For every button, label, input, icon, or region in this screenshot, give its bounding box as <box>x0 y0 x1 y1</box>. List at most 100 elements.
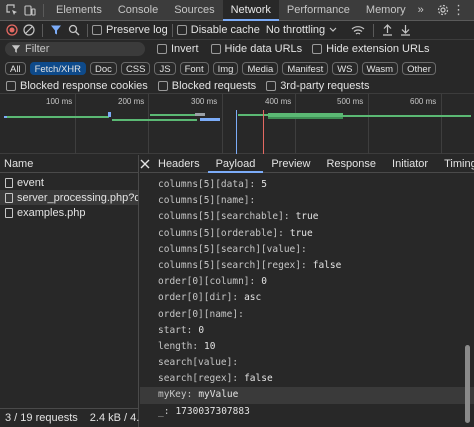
chip-all[interactable]: All <box>5 61 26 75</box>
document-icon <box>5 207 13 218</box>
chip-css[interactable]: CSS <box>120 61 151 75</box>
payload-row: _: 1730037307883 <box>140 404 474 420</box>
divider <box>373 23 375 37</box>
tab-initiator[interactable]: Initiator <box>384 155 436 173</box>
payload-row: columns[5][name]: <box>140 193 474 209</box>
tab-response[interactable]: Response <box>318 155 384 173</box>
network-conditions-wifi-icon[interactable] <box>347 25 369 36</box>
chip-doc[interactable]: Doc <box>90 61 117 75</box>
payload-row: search[regex]: false <box>140 371 474 387</box>
clear-icon[interactable] <box>20 24 38 36</box>
payload-row: columns[5][searchable]: true <box>140 209 474 225</box>
resource-type-filters: All Fetch/XHR Doc CSS JS Font Img Media … <box>0 59 474 77</box>
chip-fetch-xhr[interactable]: Fetch/XHR <box>29 61 87 75</box>
payload-value: 0 <box>198 324 205 336</box>
tab-elements[interactable]: Elements <box>48 0 110 21</box>
request-row[interactable]: event <box>0 175 138 190</box>
blocked-requests-checkbox[interactable] <box>157 80 168 91</box>
more-tabs-chevron-icon[interactable]: » <box>414 4 428 16</box>
invert-checkbox[interactable] <box>157 44 167 54</box>
payload-key: columns[5][name]: <box>158 195 256 207</box>
tab-console[interactable]: Console <box>110 0 166 21</box>
chip-media[interactable]: Media <box>242 61 279 75</box>
export-har-download-icon[interactable] <box>396 24 414 36</box>
payload-value: true <box>289 227 313 239</box>
invert-label: Invert <box>171 43 199 55</box>
name-column-header[interactable]: Name <box>0 155 138 173</box>
timeline-gridline <box>148 94 149 154</box>
timeline-label-100ms: 100 ms <box>46 97 73 106</box>
filter-input[interactable] <box>25 43 135 55</box>
tab-network[interactable]: Network <box>222 0 279 21</box>
chip-other[interactable]: Other <box>402 61 436 75</box>
record-stop-icon[interactable] <box>4 24 20 36</box>
devtools-tab-bar: Elements Console Sources Network Perform… <box>0 0 474 21</box>
payload-value: asc <box>244 292 262 304</box>
payload-scrollbar[interactable] <box>465 345 470 423</box>
third-party-requests-checkbox[interactable] <box>266 80 277 91</box>
hide-data-urls-checkbox[interactable] <box>210 44 221 54</box>
divider <box>171 23 173 37</box>
payload-key: _: <box>158 405 170 417</box>
chip-ws[interactable]: WS <box>332 61 358 75</box>
payload-row: order[0][name]: <box>140 307 474 323</box>
timeline-label-600ms: 600 ms <box>410 97 437 106</box>
payload-row: search[value]: <box>140 355 474 371</box>
tab-payload[interactable]: Payload <box>207 155 264 173</box>
chip-font[interactable]: Font <box>179 61 209 75</box>
status-bar: 3 / 19 requests 2.4 kB / 4.7 k <box>0 408 139 427</box>
chip-img[interactable]: Img <box>212 61 239 75</box>
disable-cache-checkbox[interactable] <box>176 25 187 35</box>
settings-gear-icon[interactable] <box>434 4 452 16</box>
filter-funnel-icon[interactable] <box>47 24 65 36</box>
tab-preview[interactable]: Preview <box>263 155 318 173</box>
payload-row: order[0][column]: 0 <box>140 274 474 290</box>
payload-value: false <box>244 373 273 385</box>
divider <box>42 23 43 37</box>
payload-key: order[0][column]: <box>158 276 256 288</box>
throttling-select[interactable]: No throttling <box>266 24 337 36</box>
close-icon[interactable] <box>140 159 150 169</box>
network-overview-timeline[interactable]: 100 ms 200 ms 300 ms 400 ms 500 ms 600 m… <box>0 94 474 154</box>
request-name: server_processing.php?dr… <box>17 191 138 204</box>
tab-performance[interactable]: Performance <box>279 0 358 21</box>
preserve-log-checkbox[interactable] <box>92 25 102 35</box>
chip-manifest[interactable]: Manifest <box>282 61 329 75</box>
blocked-response-cookies-checkbox[interactable] <box>6 80 16 91</box>
filter-row: Invert Hide data URLs Hide extension URL… <box>0 40 474 58</box>
blocked-requests-label: Blocked requests <box>171 79 257 92</box>
payload-row-highlighted: myKey: myValue <box>140 387 474 404</box>
inspect-element-icon[interactable] <box>3 4 21 16</box>
tab-memory[interactable]: Memory <box>358 0 414 21</box>
timeline-request-bar <box>4 116 7 118</box>
chip-js[interactable]: JS <box>154 61 176 75</box>
payload-form-data: columns[5][data]: 5 columns[5][name]: col… <box>140 177 474 420</box>
chip-wasm[interactable]: Wasm <box>361 61 399 75</box>
timeline-request-bar <box>268 117 343 119</box>
payload-value: 5 <box>261 179 267 190</box>
timeline-gridline <box>75 94 76 154</box>
import-har-upload-icon[interactable] <box>378 24 396 36</box>
request-row[interactable]: examples.php <box>0 205 138 220</box>
tab-headers[interactable]: Headers <box>150 155 208 173</box>
timeline-label-400ms: 400 ms <box>265 97 292 106</box>
hide-extension-urls-checkbox[interactable] <box>312 44 323 54</box>
request-row[interactable]: server_processing.php?dr… <box>0 190 138 205</box>
payload-row: columns[5][search][regex]: false <box>140 258 474 274</box>
more-options-icon[interactable]: ⋮ <box>452 2 466 18</box>
payload-key: columns[5][search][regex]: <box>158 259 307 271</box>
filter-box[interactable] <box>5 42 145 56</box>
device-toolbar-icon[interactable] <box>21 4 39 16</box>
timeline-label-200ms: 200 ms <box>118 97 145 106</box>
payload-value: true <box>295 211 319 223</box>
tab-timing[interactable]: Timing <box>436 155 474 173</box>
hide-data-urls-label: Hide data URLs <box>224 43 303 55</box>
timeline-gridline <box>222 94 223 154</box>
tab-sources[interactable]: Sources <box>166 0 222 21</box>
search-icon[interactable] <box>65 24 83 36</box>
payload-key: columns[5][data]: <box>158 179 256 190</box>
timeline-request-bar <box>108 112 111 117</box>
payload-key: columns[5][search][value]: <box>158 243 307 255</box>
request-detail-pane: Headers Payload Preview Response Initiat… <box>140 155 474 427</box>
timeline-request-bar <box>150 114 195 116</box>
